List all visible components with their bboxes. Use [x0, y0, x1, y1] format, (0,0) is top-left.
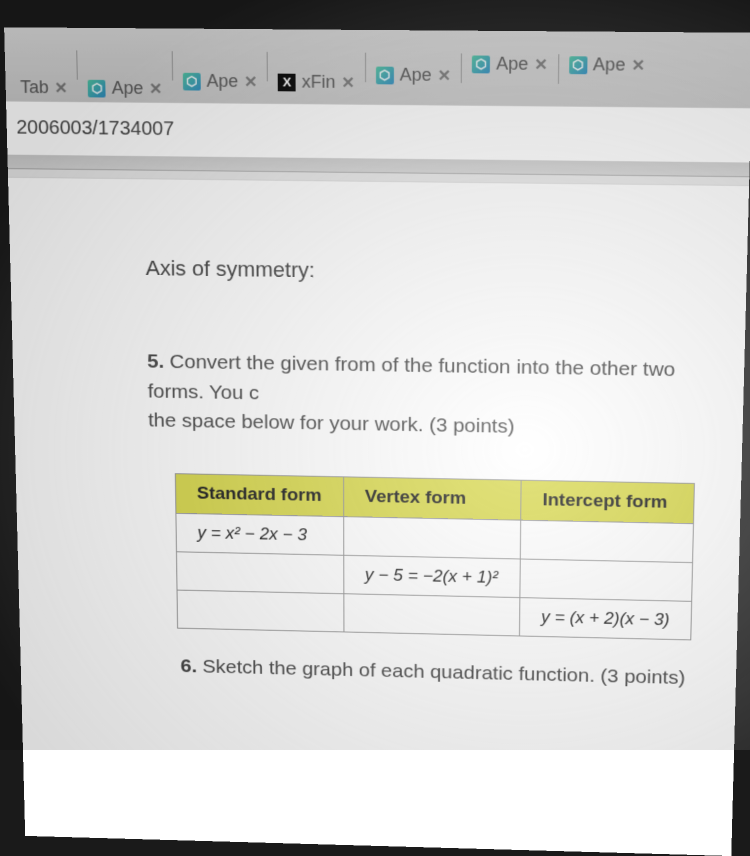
table-cell	[520, 559, 693, 601]
table-cell	[177, 590, 344, 632]
address-bar[interactable]: 2006003/1734007	[6, 100, 750, 163]
table-cell	[343, 516, 520, 558]
table-cell: y − 5 = −2(x + 1)²	[343, 555, 520, 597]
close-icon[interactable]: ✕	[342, 73, 355, 93]
close-icon[interactable]: ✕	[54, 78, 68, 98]
q5-text-2: the space below for your work. (3 points…	[148, 410, 515, 438]
axis-of-symmetry-label: Axis of symmetry:	[145, 256, 727, 289]
apex-favicon-icon: ⬡	[569, 56, 587, 74]
apex-favicon-icon: ⬡	[376, 66, 394, 84]
table-cell	[520, 520, 694, 562]
apex-favicon-icon: ⬡	[183, 72, 201, 90]
q5-text-1: Convert the given from of the function i…	[148, 351, 676, 404]
q5-number: 5.	[147, 351, 164, 373]
close-icon[interactable]: ✕	[149, 79, 162, 99]
table-header: Intercept form	[520, 480, 694, 523]
close-icon[interactable]: ✕	[438, 66, 451, 86]
browser-tab-bar: Tab✕⬡Ape✕⬡Ape✕XxFin✕⬡Ape✕⬡Ape✕⬡Ape✕	[4, 27, 750, 107]
apex-favicon-icon: ⬡	[472, 55, 490, 73]
browser-tab[interactable]: ⬡ Ape✕	[559, 48, 656, 82]
browser-tab[interactable]: Tab✕	[10, 71, 78, 104]
q6-text: Sketch the graph of each quadratic funct…	[197, 656, 686, 688]
screen: Tab✕⬡Ape✕⬡Ape✕XxFin✕⬡Ape✕⬡Ape✕⬡Ape✕ 2006…	[4, 27, 750, 718]
x-favicon-icon: X	[278, 73, 296, 91]
table-cell	[176, 551, 343, 593]
close-icon[interactable]: ✕	[631, 55, 645, 75]
tab-label: xFin	[302, 72, 336, 93]
table-cell: y = x² − 2x − 3	[176, 513, 344, 555]
tab-label: Ape	[112, 78, 144, 99]
browser-tab[interactable]: ⬡ Ape ✕	[173, 65, 268, 98]
tab-label: Ape	[400, 65, 432, 86]
table-cell: y = (x + 2)(x − 3)	[519, 597, 692, 639]
table-header: Vertex form	[343, 476, 521, 519]
tab-label: Ape	[593, 54, 626, 75]
tab-label: Ape	[496, 54, 528, 75]
browser-tab[interactable]: ⬡ Ape ✕	[366, 59, 461, 92]
close-icon[interactable]: ✕	[534, 54, 548, 74]
url-text: 2006003/1734007	[16, 117, 174, 140]
q6-number: 6.	[180, 655, 197, 676]
close-icon[interactable]: ✕	[244, 72, 257, 92]
table-cell	[343, 593, 519, 635]
tab-label: Tab	[20, 77, 49, 98]
browser-tab[interactable]: XxFin ✕	[268, 66, 365, 99]
question-5: 5. Convert the given from of the functio…	[147, 347, 725, 446]
tab-label: Ape	[206, 71, 238, 92]
apex-favicon-icon: ⬡	[88, 79, 106, 97]
forms-table: Standard formVertex formIntercept form y…	[175, 473, 696, 640]
browser-tab[interactable]: ⬡ Ape ✕	[462, 47, 558, 80]
browser-tab[interactable]: ⬡ Ape✕	[78, 72, 172, 105]
page-content: Axis of symmetry: 5. Convert the given f…	[8, 177, 749, 856]
question-6: 6. Sketch the graph of each quadratic fu…	[152, 655, 717, 690]
table-header: Standard form	[175, 473, 343, 516]
